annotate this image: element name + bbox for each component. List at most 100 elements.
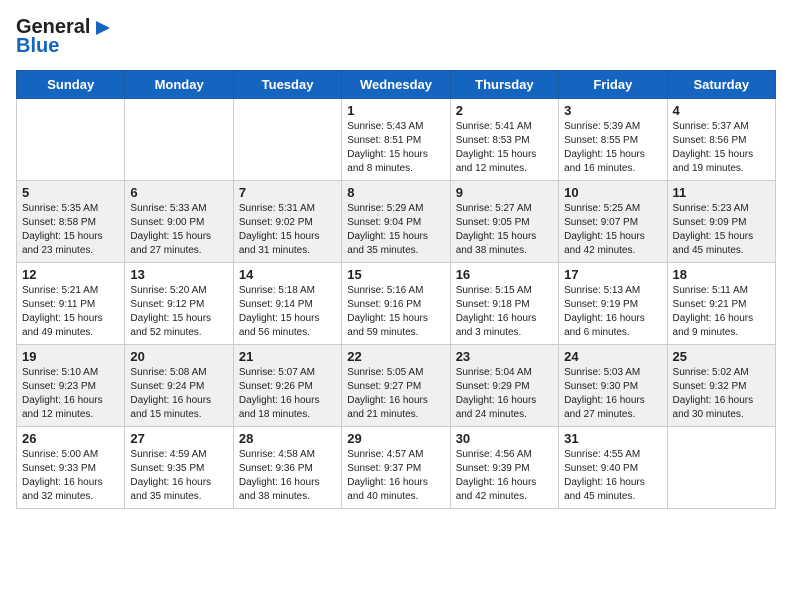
calendar-cell: 4 Sunrise: 5:37 AM Sunset: 8:56 PM Daylig…	[667, 99, 775, 181]
calendar-cell: 30 Sunrise: 4:56 AM Sunset: 9:39 PM Dayli…	[450, 427, 558, 509]
day-info: Sunrise: 5:43 AM Sunset: 8:51 PM Dayligh…	[347, 120, 444, 176]
day-number: 9	[456, 185, 553, 200]
calendar-cell: 29 Sunrise: 4:57 AM Sunset: 9:37 PM Dayli…	[342, 427, 450, 509]
day-number: 29	[347, 431, 444, 446]
day-header-tuesday: Tuesday	[233, 71, 341, 99]
day-info: Sunrise: 5:15 AM Sunset: 9:18 PM Dayligh…	[456, 284, 553, 340]
calendar-cell: 5 Sunrise: 5:35 AM Sunset: 8:58 PM Daylig…	[17, 181, 125, 263]
day-info: Sunrise: 5:08 AM Sunset: 9:24 PM Dayligh…	[130, 366, 227, 422]
day-number: 10	[564, 185, 661, 200]
day-number: 23	[456, 349, 553, 364]
calendar-cell: 17 Sunrise: 5:13 AM Sunset: 9:19 PM Dayli…	[559, 263, 667, 345]
calendar-cell: 18 Sunrise: 5:11 AM Sunset: 9:21 PM Dayli…	[667, 263, 775, 345]
day-number: 16	[456, 267, 553, 282]
calendar-week-row: 1 Sunrise: 5:43 AM Sunset: 8:51 PM Daylig…	[17, 99, 776, 181]
calendar-cell: 22Sunrise: 5:05 AM Sunset: 9:27 PM Dayli…	[342, 345, 450, 427]
day-number: 27	[130, 431, 227, 446]
day-info: Sunrise: 5:03 AM Sunset: 9:30 PM Dayligh…	[564, 366, 661, 422]
day-info: Sunrise: 5:13 AM Sunset: 9:19 PM Dayligh…	[564, 284, 661, 340]
day-info: Sunrise: 5:02 AM Sunset: 9:32 PM Dayligh…	[673, 366, 770, 422]
logo-blue-text: Blue	[16, 35, 59, 58]
calendar-cell: 23 Sunrise: 5:04 AM Sunset: 9:29 PM Dayli…	[450, 345, 558, 427]
calendar-cell: 9 Sunrise: 5:27 AM Sunset: 9:05 PM Daylig…	[450, 181, 558, 263]
day-info: Sunrise: 4:56 AM Sunset: 9:39 PM Dayligh…	[456, 448, 553, 504]
day-number: 14	[239, 267, 336, 282]
calendar-cell: 10 Sunrise: 5:25 AM Sunset: 9:07 PM Dayli…	[559, 181, 667, 263]
day-number: 8	[347, 185, 444, 200]
day-info: Sunrise: 5:41 AM Sunset: 8:53 PM Dayligh…	[456, 120, 553, 176]
day-info: Sunrise: 5:00 AM Sunset: 9:33 PM Dayligh…	[22, 448, 119, 504]
calendar-cell: 24Sunrise: 5:03 AM Sunset: 9:30 PM Dayli…	[559, 345, 667, 427]
day-info: Sunrise: 5:27 AM Sunset: 9:05 PM Dayligh…	[456, 202, 553, 258]
day-number: 11	[673, 185, 770, 200]
page-header: General Blue	[16, 16, 776, 58]
calendar-cell: 16 Sunrise: 5:15 AM Sunset: 9:18 PM Dayli…	[450, 263, 558, 345]
calendar-cell: 20 Sunrise: 5:08 AM Sunset: 9:24 PM Dayli…	[125, 345, 233, 427]
calendar-cell	[17, 99, 125, 181]
day-info: Sunrise: 5:25 AM Sunset: 9:07 PM Dayligh…	[564, 202, 661, 258]
logo: General Blue	[16, 16, 114, 58]
day-number: 28	[239, 431, 336, 446]
day-info: Sunrise: 4:58 AM Sunset: 9:36 PM Dayligh…	[239, 448, 336, 504]
calendar-cell: 13 Sunrise: 5:20 AM Sunset: 9:12 PM Dayli…	[125, 263, 233, 345]
calendar-cell: 26 Sunrise: 5:00 AM Sunset: 9:33 PM Dayli…	[17, 427, 125, 509]
day-info: Sunrise: 5:20 AM Sunset: 9:12 PM Dayligh…	[130, 284, 227, 340]
calendar-week-row: 19 Sunrise: 5:10 AM Sunset: 9:23 PM Dayli…	[17, 345, 776, 427]
calendar-cell: 28 Sunrise: 4:58 AM Sunset: 9:36 PM Dayli…	[233, 427, 341, 509]
calendar-cell: 11Sunrise: 5:23 AM Sunset: 9:09 PM Dayli…	[667, 181, 775, 263]
calendar-cell: 15 Sunrise: 5:16 AM Sunset: 9:16 PM Dayli…	[342, 263, 450, 345]
calendar-week-row: 12 Sunrise: 5:21 AM Sunset: 9:11 PM Dayli…	[17, 263, 776, 345]
day-info: Sunrise: 5:16 AM Sunset: 9:16 PM Dayligh…	[347, 284, 444, 340]
day-number: 4	[673, 103, 770, 118]
day-number: 3	[564, 103, 661, 118]
calendar-cell: 6 Sunrise: 5:33 AM Sunset: 9:00 PM Daylig…	[125, 181, 233, 263]
day-number: 12	[22, 267, 119, 282]
day-number: 6	[130, 185, 227, 200]
calendar-cell: 25 Sunrise: 5:02 AM Sunset: 9:32 PM Dayli…	[667, 345, 775, 427]
day-number: 1	[347, 103, 444, 118]
day-info: Sunrise: 4:57 AM Sunset: 9:37 PM Dayligh…	[347, 448, 444, 504]
day-header-thursday: Thursday	[450, 71, 558, 99]
day-number: 18	[673, 267, 770, 282]
day-number: 25	[673, 349, 770, 364]
day-number: 30	[456, 431, 553, 446]
calendar-cell	[667, 427, 775, 509]
day-header-wednesday: Wednesday	[342, 71, 450, 99]
day-number: 15	[347, 267, 444, 282]
day-number: 20	[130, 349, 227, 364]
day-number: 5	[22, 185, 119, 200]
calendar-cell: 1 Sunrise: 5:43 AM Sunset: 8:51 PM Daylig…	[342, 99, 450, 181]
day-info: Sunrise: 5:35 AM Sunset: 8:58 PM Dayligh…	[22, 202, 119, 258]
day-header-saturday: Saturday	[667, 71, 775, 99]
day-info: Sunrise: 4:59 AM Sunset: 9:35 PM Dayligh…	[130, 448, 227, 504]
day-header-friday: Friday	[559, 71, 667, 99]
calendar-table: SundayMondayTuesdayWednesdayThursdayFrid…	[16, 70, 776, 509]
calendar-header-row: SundayMondayTuesdayWednesdayThursdayFrid…	[17, 71, 776, 99]
day-number: 13	[130, 267, 227, 282]
day-info: Sunrise: 5:04 AM Sunset: 9:29 PM Dayligh…	[456, 366, 553, 422]
day-info: Sunrise: 5:05 AM Sunset: 9:27 PM Dayligh…	[347, 366, 444, 422]
day-header-monday: Monday	[125, 71, 233, 99]
calendar-cell: 19 Sunrise: 5:10 AM Sunset: 9:23 PM Dayli…	[17, 345, 125, 427]
calendar-cell: 12 Sunrise: 5:21 AM Sunset: 9:11 PM Dayli…	[17, 263, 125, 345]
day-info: Sunrise: 5:37 AM Sunset: 8:56 PM Dayligh…	[673, 120, 770, 176]
day-info: Sunrise: 5:10 AM Sunset: 9:23 PM Dayligh…	[22, 366, 119, 422]
day-number: 31	[564, 431, 661, 446]
day-number: 19	[22, 349, 119, 364]
day-info: Sunrise: 5:31 AM Sunset: 9:02 PM Dayligh…	[239, 202, 336, 258]
day-info: Sunrise: 5:11 AM Sunset: 9:21 PM Dayligh…	[673, 284, 770, 340]
calendar-cell: 14 Sunrise: 5:18 AM Sunset: 9:14 PM Dayli…	[233, 263, 341, 345]
day-info: Sunrise: 5:07 AM Sunset: 9:26 PM Dayligh…	[239, 366, 336, 422]
day-info: Sunrise: 5:18 AM Sunset: 9:14 PM Dayligh…	[239, 284, 336, 340]
calendar-week-row: 26 Sunrise: 5:00 AM Sunset: 9:33 PM Dayli…	[17, 427, 776, 509]
calendar-week-row: 5 Sunrise: 5:35 AM Sunset: 8:58 PM Daylig…	[17, 181, 776, 263]
day-number: 26	[22, 431, 119, 446]
calendar-cell: 8Sunrise: 5:29 AM Sunset: 9:04 PM Daylig…	[342, 181, 450, 263]
day-number: 21	[239, 349, 336, 364]
day-number: 7	[239, 185, 336, 200]
day-info: Sunrise: 5:21 AM Sunset: 9:11 PM Dayligh…	[22, 284, 119, 340]
day-number: 17	[564, 267, 661, 282]
calendar-cell: 21 Sunrise: 5:07 AM Sunset: 9:26 PM Dayli…	[233, 345, 341, 427]
calendar-cell: 2Sunrise: 5:41 AM Sunset: 8:53 PM Daylig…	[450, 99, 558, 181]
day-info: Sunrise: 5:33 AM Sunset: 9:00 PM Dayligh…	[130, 202, 227, 258]
